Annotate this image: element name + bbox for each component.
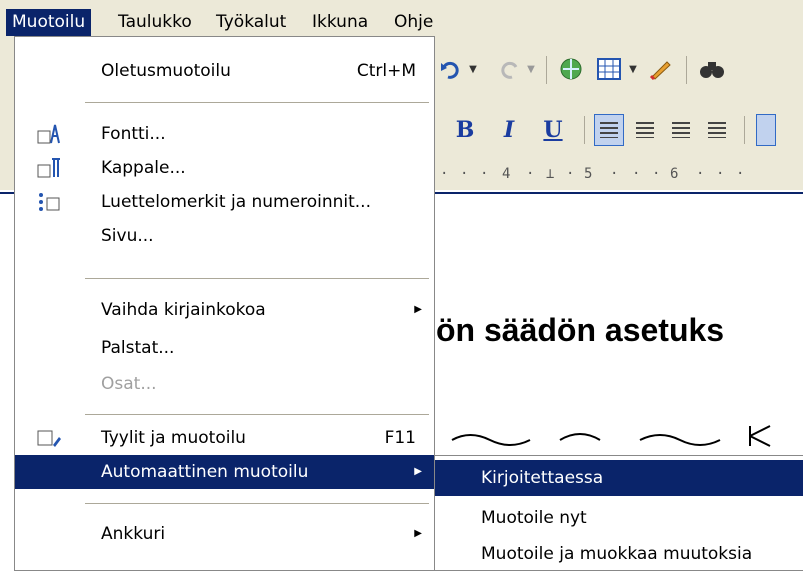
menu-ikkuna[interactable]: Ikkuna <box>306 9 374 36</box>
menu-item-bullets-numbering[interactable]: Luettelomerkit ja numeroinnit... <box>15 185 434 219</box>
undo-dropdown-icon[interactable]: ▼ <box>466 54 480 84</box>
ruler-tab-stop[interactable]: ⊥ <box>546 166 554 182</box>
toolbar-partial-button[interactable] <box>756 114 776 146</box>
table-dropdown-icon[interactable]: ▼ <box>626 54 640 84</box>
menu-bar: Muotoilu Taulukko Työkalut Ikkuna Ohje <box>0 0 803 40</box>
table-icon[interactable] <box>594 54 624 84</box>
menu-taulukko[interactable]: Taulukko <box>112 9 198 36</box>
ruler-ticks: · <box>632 166 641 182</box>
ruler-ticks: · <box>716 166 725 182</box>
align-center-icon <box>636 122 654 138</box>
underline-button[interactable]: U <box>538 114 568 146</box>
ruler-mark-6: 6 <box>670 166 679 182</box>
ruler-mark-5: 5 <box>584 166 593 182</box>
align-right-icon <box>672 122 690 138</box>
menu-item-columns[interactable]: Palstat... <box>15 331 434 365</box>
redo-dropdown-icon[interactable]: ▼ <box>524 54 538 84</box>
justify-icon <box>708 122 726 138</box>
menu-item-label: Vaihda kirjainkokoa <box>101 300 266 320</box>
menu-item-label: Ankkuri <box>101 524 166 544</box>
align-left-icon <box>600 122 618 138</box>
menu-tyokalut[interactable]: Työkalut <box>210 9 292 36</box>
bold-button[interactable]: B <box>450 114 480 146</box>
menu-item-change-case[interactable]: Vaihda kirjainkokoa ▶ <box>15 293 434 327</box>
menu-item-styles-formatting[interactable]: Tyylit ja muotoilu F11 <box>15 421 434 455</box>
toolbar-separator <box>584 116 585 144</box>
menu-ohje[interactable]: Ohje <box>388 9 439 36</box>
menu-item-autoformat[interactable]: Automaattinen muotoilu ▶ <box>15 455 434 489</box>
ruler-ticks: · <box>440 166 449 182</box>
justify-button[interactable] <box>702 114 732 146</box>
font-icon <box>37 123 61 145</box>
submenu-arrow-icon: ▶ <box>414 304 422 315</box>
submenu-item-apply[interactable]: Muotoile nyt <box>435 500 803 536</box>
styles-icon <box>37 427 61 449</box>
ruler-ticks: · <box>610 166 619 182</box>
draw-functions-icon[interactable] <box>646 54 676 84</box>
menu-item-label: Osat... <box>101 374 157 394</box>
menu-item-paragraph[interactable]: Kappale... <box>15 151 434 185</box>
toolbar-separator <box>686 56 687 84</box>
document-body-fragment[interactable] <box>450 420 790 456</box>
autoformat-submenu: Kirjoitettaessa Muotoile nyt Muotoile ja… <box>434 455 803 571</box>
submenu-item-label: Muotoile ja muokkaa muutoksia <box>481 544 753 564</box>
submenu-item-label: Muotoile nyt <box>481 508 587 528</box>
align-left-button[interactable] <box>594 114 624 146</box>
format-menu: Oletusmuotoilu Ctrl+M Fontti... Kappale.… <box>14 36 435 571</box>
submenu-item-while-typing[interactable]: Kirjoitettaessa <box>435 460 803 496</box>
find-replace-icon[interactable] <box>696 54 728 84</box>
menu-item-shortcut: Ctrl+M <box>356 61 416 81</box>
document-heading[interactable]: ön säädön asetuks <box>436 312 724 349</box>
align-right-button[interactable] <box>666 114 696 146</box>
menu-separator <box>85 414 429 415</box>
ruler-mark-4: 4 <box>502 166 511 182</box>
bullets-numbering-icon <box>37 191 61 213</box>
menu-item-label: Luettelomerkit ja numeroinnit... <box>101 192 371 212</box>
menu-item-anchor[interactable]: Ankkuri ▶ <box>15 517 434 551</box>
toolbar-separator <box>546 56 547 84</box>
menu-item-label: Palstat... <box>101 338 175 358</box>
hyperlink-icon[interactable] <box>556 54 586 84</box>
submenu-item-label: Kirjoitettaessa <box>481 468 604 488</box>
menu-item-label: Oletusmuotoilu <box>101 61 231 81</box>
ruler-ticks: · <box>696 166 705 182</box>
ruler-ticks: · <box>652 166 661 182</box>
menu-item-label: Fontti... <box>101 124 166 144</box>
menu-item-label: Kappale... <box>101 158 186 178</box>
ruler-ticks: · <box>526 166 535 182</box>
align-center-button[interactable] <box>630 114 660 146</box>
menu-muotoilu[interactable]: Muotoilu <box>6 9 92 36</box>
menu-separator <box>85 102 429 103</box>
menu-item-default-formatting[interactable]: Oletusmuotoilu Ctrl+M <box>15 54 434 88</box>
ruler-ticks: · <box>480 166 489 182</box>
menu-item-font[interactable]: Fontti... <box>15 117 434 151</box>
menu-item-page[interactable]: Sivu... <box>15 219 434 253</box>
submenu-arrow-icon: ▶ <box>414 466 422 477</box>
undo-icon[interactable] <box>438 54 464 84</box>
submenu-arrow-icon: ▶ <box>414 528 422 539</box>
menu-item-sections: Osat... <box>15 367 434 401</box>
ruler-ticks: · <box>736 166 745 182</box>
menu-item-shortcut: F11 <box>384 428 416 448</box>
menu-separator <box>85 503 429 504</box>
ruler-ticks: · <box>460 166 469 182</box>
redo-icon[interactable] <box>496 54 522 84</box>
ruler-ticks: · <box>566 166 575 182</box>
menu-item-label: Sivu... <box>101 226 154 246</box>
menu-item-label: Automaattinen muotoilu <box>101 462 309 482</box>
italic-button[interactable]: I <box>494 114 524 146</box>
paragraph-icon <box>37 157 61 179</box>
menu-separator <box>85 278 429 279</box>
submenu-item-apply-and-edit[interactable]: Muotoile ja muokkaa muutoksia <box>435 536 803 572</box>
menu-item-label: Tyylit ja muotoilu <box>101 428 246 448</box>
toolbar-separator <box>744 116 745 144</box>
